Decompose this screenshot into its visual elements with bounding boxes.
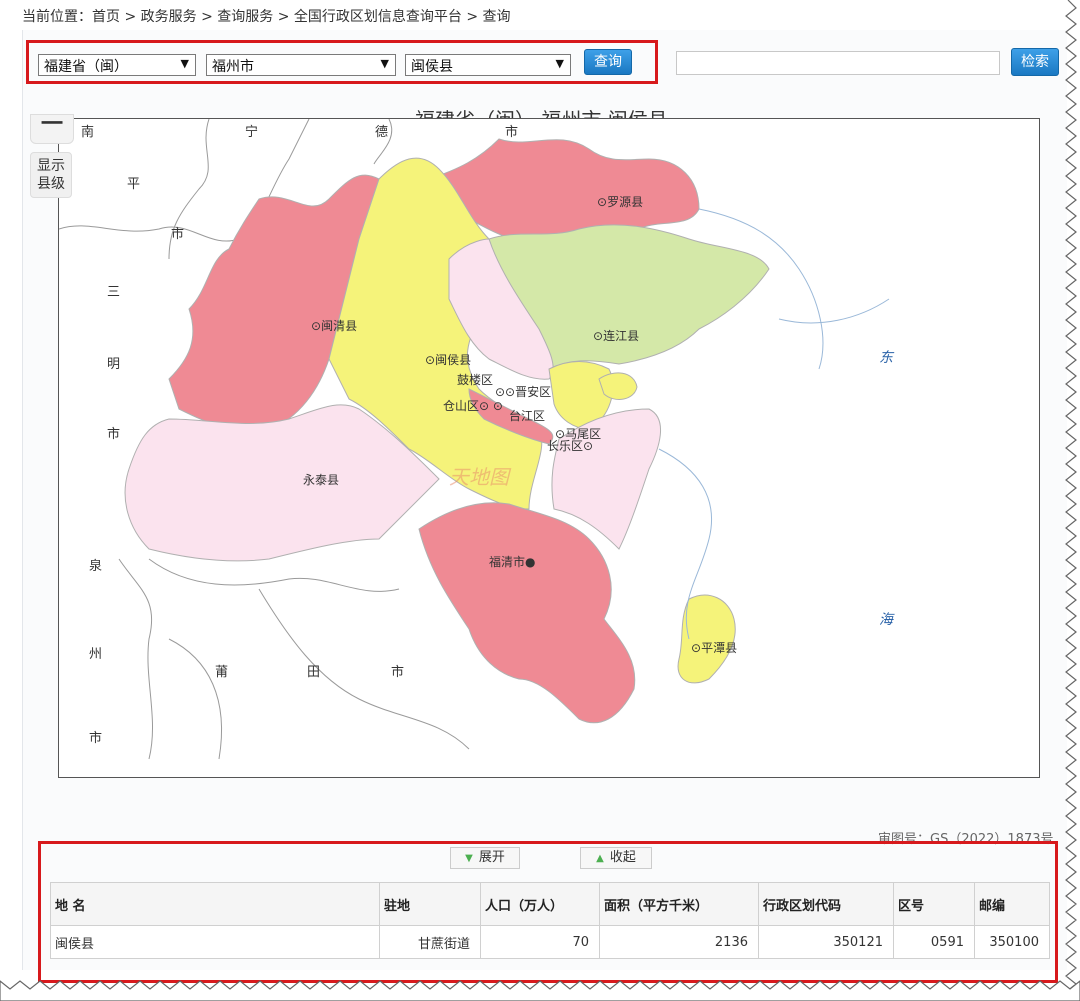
- outer-label-ming: 明: [107, 357, 121, 372]
- map-label-lianjiang[interactable]: ⊙连江县: [593, 327, 639, 344]
- col-header-area: 面积（平方千米）: [599, 882, 759, 926]
- map-label-jinan[interactable]: ⊙⊙晋安区: [495, 383, 551, 400]
- sea-label-dong: 东: [879, 350, 893, 366]
- map-label-fuqing[interactable]: 福清市●: [489, 553, 536, 570]
- chevron-down-icon: ▼: [180, 57, 189, 70]
- map-label-gulou[interactable]: 鼓楼区: [457, 371, 493, 388]
- outer-label-shi-3: 市: [107, 427, 121, 442]
- city-select-value: 福州市: [212, 59, 254, 75]
- outer-label-san: 三: [107, 285, 121, 300]
- caret-up-icon: ▲: [596, 853, 604, 864]
- query-button[interactable]: 查询: [584, 49, 632, 75]
- map-watermark: 天地图: [449, 465, 512, 489]
- province-select-value: 福建省（闽）: [44, 59, 128, 75]
- cell-postcode: 350100: [974, 925, 1050, 959]
- col-header-area-code: 区号: [893, 882, 975, 926]
- breadcrumb: 当前位置：首页 > 政务服务 > 查询服务 > 全国行政区划信息查询平台 > 查…: [22, 9, 511, 25]
- cell-seat: 甘蔗街道: [379, 925, 481, 959]
- outer-label-ning: 宁: [245, 125, 259, 140]
- outer-label-tian: 田: [307, 665, 321, 680]
- search-input[interactable]: [676, 51, 1000, 75]
- map-label-luoyuan[interactable]: ⊙罗源县: [597, 193, 643, 210]
- outer-label-nan: 南: [81, 125, 95, 140]
- outer-label-shi-5: 市: [391, 665, 405, 680]
- sea-label-hai: 海: [879, 612, 893, 628]
- col-header-name: 地 名: [50, 882, 380, 926]
- zoom-out-button[interactable]: 一: [30, 114, 74, 144]
- outer-label-zhou: 州: [89, 647, 103, 662]
- map-label-taijiang[interactable]: 台江区: [509, 407, 545, 424]
- map-label-yongtai[interactable]: 永泰县: [303, 471, 339, 488]
- collapse-button[interactable]: ▲ 收起: [580, 847, 652, 869]
- outer-label-shi-2: 市: [171, 227, 185, 242]
- map-label-changle[interactable]: 长乐区⊙: [547, 437, 593, 454]
- outer-label-pu: 莆: [215, 665, 229, 680]
- table-header-row: 地 名 驻地 人口（万人） 面积（平方千米） 行政区划代码 区号 邮编: [50, 882, 1050, 926]
- torn-edge-bottom: [0, 980, 1080, 1001]
- county-toggle-line1: 显示: [37, 158, 65, 174]
- torn-edge-right: [1065, 0, 1077, 1001]
- map-label-cangshan[interactable]: 仓山区⊙ ⊙: [443, 397, 503, 414]
- expand-label: 展开: [478, 850, 505, 865]
- cell-population: 70: [480, 925, 600, 959]
- caret-down-icon: ▼: [465, 853, 473, 864]
- map-title: 福建省（闽） 福州市 闽侯县: [415, 104, 668, 118]
- cell-code: 350121: [758, 925, 894, 959]
- region-info-table: 地 名 驻地 人口（万人） 面积（平方千米） 行政区划代码 区号 邮编 闽侯县 …: [50, 882, 1050, 959]
- table-row: 闽侯县 甘蔗街道 70 2136 350121 0591 350100: [50, 925, 1050, 959]
- county-select-value: 闽侯县: [411, 59, 453, 75]
- col-header-seat: 驻地: [379, 882, 481, 926]
- col-header-code: 行政区划代码: [758, 882, 894, 926]
- county-select[interactable]: 闽侯县 ▼: [405, 54, 571, 76]
- show-county-toggle[interactable]: 显示 县级: [30, 152, 72, 198]
- city-select[interactable]: 福州市 ▼: [206, 54, 396, 76]
- search-button[interactable]: 检索: [1011, 48, 1059, 76]
- outer-label-quan: 泉: [89, 559, 103, 574]
- cell-name: 闽侯县: [50, 925, 380, 959]
- province-select[interactable]: 福建省（闽） ▼: [38, 54, 196, 76]
- cell-area-code: 0591: [893, 925, 975, 959]
- county-toggle-line2: 县级: [37, 176, 65, 192]
- col-header-postcode: 邮编: [974, 882, 1050, 926]
- map-canvas[interactable]: 天地图 南 宁 德 市 平 市 三 明 市 泉 州 市 莆 田 市 东 海 ⊙罗…: [58, 118, 1040, 778]
- collapse-label: 收起: [609, 850, 636, 865]
- col-header-population: 人口（万人）: [480, 882, 600, 926]
- outer-label-ping: 平: [127, 177, 141, 192]
- cell-area: 2136: [599, 925, 759, 959]
- map-label-minqing[interactable]: ⊙闽清县: [311, 317, 357, 334]
- chevron-down-icon: ▼: [555, 57, 564, 70]
- outer-label-shi-4: 市: [89, 731, 103, 746]
- chevron-down-icon: ▼: [380, 57, 389, 70]
- map-label-pingtan[interactable]: ⊙平潭县: [691, 639, 737, 656]
- expand-button[interactable]: ▼ 展开: [450, 847, 520, 869]
- outer-label-shi-1: 市: [505, 125, 519, 140]
- map-label-minhou[interactable]: ⊙闽侯县: [425, 351, 471, 368]
- outer-label-de: 德: [375, 125, 389, 140]
